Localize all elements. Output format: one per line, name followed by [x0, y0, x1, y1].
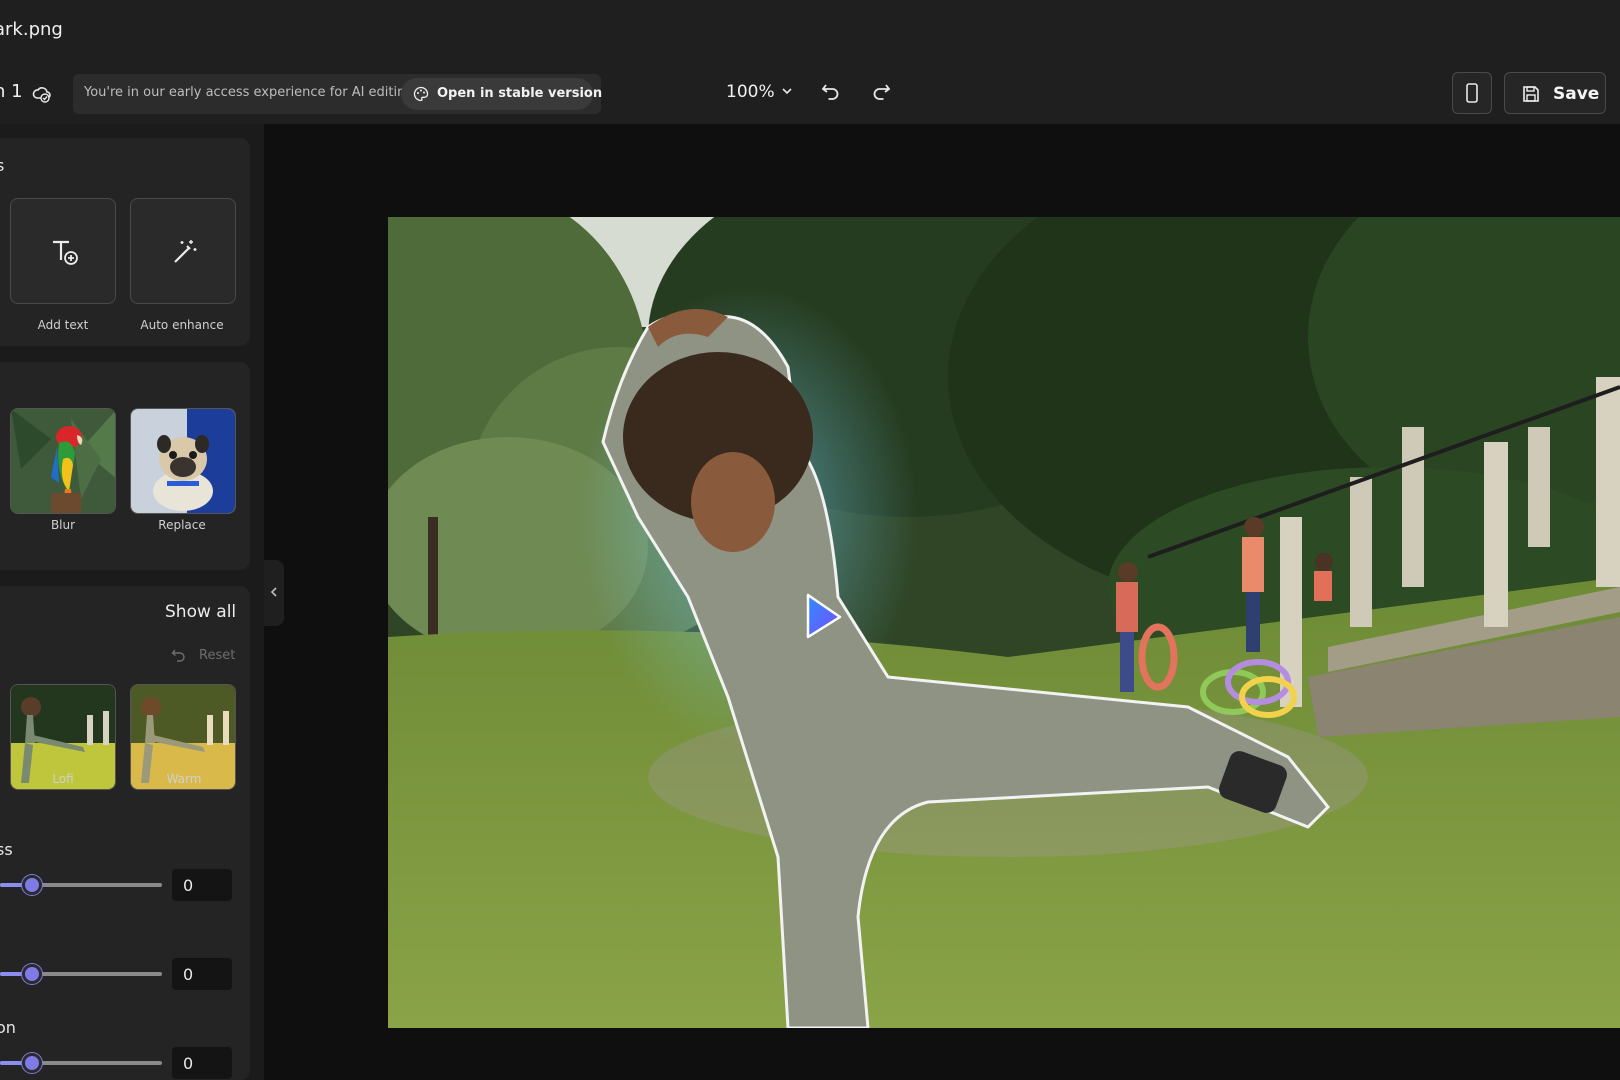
background-card: Blur Replace	[0, 362, 250, 570]
device-preview-button[interactable]	[1452, 72, 1492, 114]
reset-icon[interactable]	[170, 646, 188, 664]
replace-background-option[interactable]	[130, 408, 236, 514]
auto-enhance-button[interactable]	[130, 198, 236, 304]
add-text-button[interactable]	[10, 198, 116, 304]
pug-thumbnail	[131, 409, 235, 513]
parrot-thumbnail	[11, 409, 115, 513]
cloud-sync-icon[interactable]	[32, 84, 52, 104]
early-access-text: You're in our early access experience fo…	[84, 85, 414, 100]
phone-icon	[1466, 83, 1478, 103]
auto-enhance-label: Auto enhance	[140, 318, 224, 332]
adjustment-label-1: ss	[0, 840, 13, 859]
save-icon	[1523, 86, 1539, 102]
adjustment-value-2-text: 0	[183, 965, 194, 984]
file-name: ark.png	[0, 19, 63, 40]
open-stable-version-button[interactable]: Open in stable version	[401, 78, 602, 110]
early-access-banner: You're in our early access experience fo…	[73, 74, 602, 114]
collapse-panel-button[interactable]	[264, 560, 284, 626]
quick-actions-card: s Add text Auto enhance	[0, 138, 250, 346]
chevron-left-icon	[270, 587, 277, 597]
add-text-label: Add text	[37, 318, 89, 332]
undo-icon[interactable]	[820, 81, 842, 103]
park-photo	[388, 217, 1620, 1028]
adjustment-value-3[interactable]: 0	[172, 1047, 232, 1079]
lofi-label: Lofi	[52, 772, 74, 786]
show-all-link[interactable]: Show all	[165, 602, 236, 622]
quick-actions-heading: s	[0, 156, 5, 175]
zoom-level[interactable]: 100%	[726, 82, 775, 102]
reset-label[interactable]: Reset	[199, 648, 235, 663]
chevron-down-icon[interactable]	[780, 84, 794, 98]
adjustment-value-1-text: 0	[183, 876, 194, 895]
paint-palette-icon	[413, 86, 429, 102]
left-panel: s Add text Auto enhance Blur Replace Sho…	[0, 124, 264, 1080]
edited-photo[interactable]	[388, 217, 1620, 1028]
adjustment-value-2[interactable]: 0	[172, 958, 232, 990]
adjustment-value-1[interactable]: 0	[172, 869, 232, 901]
adjustment-value-3-text: 0	[183, 1054, 194, 1073]
open-stable-version-label: Open in stable version	[437, 86, 603, 101]
canvas-area	[284, 124, 1620, 1080]
blur-background-option[interactable]	[10, 408, 116, 514]
adjustment-label-3: on	[0, 1018, 16, 1037]
title-bar: ark.png	[0, 0, 1620, 62]
replace-label: Replace	[158, 518, 206, 532]
blur-label: Blur	[50, 518, 76, 532]
magic-wand-icon	[174, 240, 197, 263]
save-button[interactable]: Save	[1504, 72, 1606, 114]
add-text-icon	[53, 240, 78, 265]
toolbar: n 1 You're in our early access experienc…	[0, 62, 1620, 124]
save-label: Save	[1553, 84, 1600, 104]
document-name[interactable]: n 1	[0, 81, 23, 102]
redo-icon[interactable]	[870, 81, 892, 103]
warm-label: Warm	[166, 772, 202, 786]
